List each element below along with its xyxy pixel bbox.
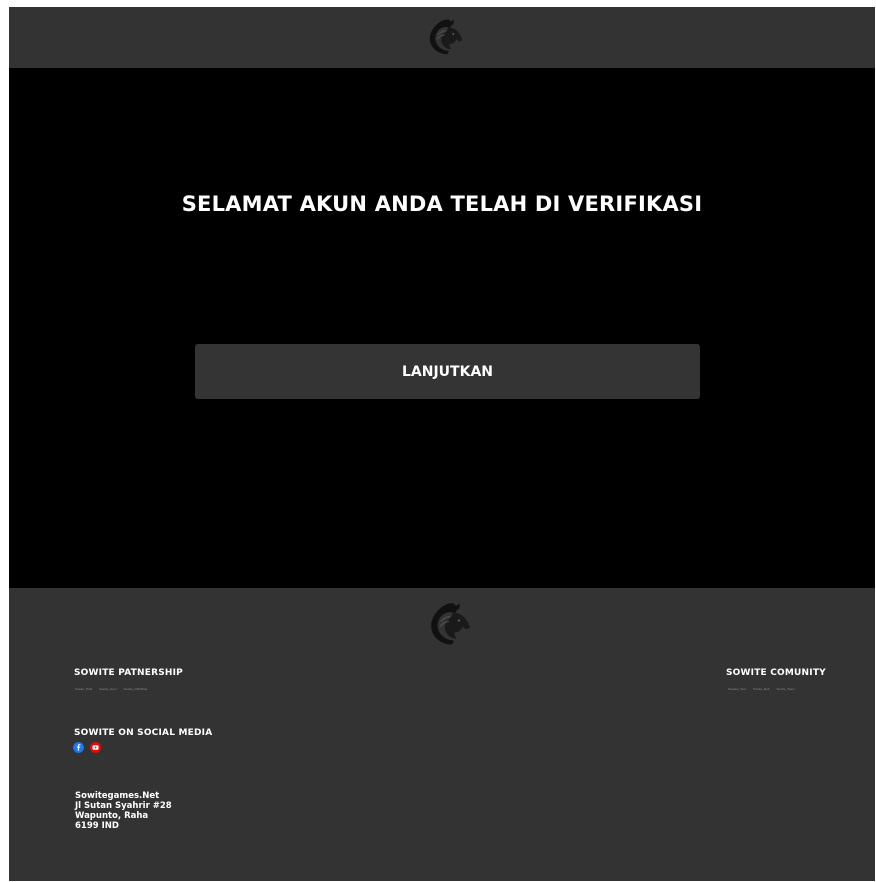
- address-line: 6199 IND: [75, 821, 119, 831]
- continue-button[interactable]: LANJUTKAN: [195, 344, 700, 399]
- social-heading: SOWITE ON SOCIAL MEDIA: [74, 728, 213, 738]
- youtube-icon[interactable]: [90, 742, 101, 753]
- horse-head-logo-icon[interactable]: [423, 18, 465, 56]
- page-frame: SELAMAT AKUN ANDA TELAH DI VERIFIKASI LA…: [9, 7, 875, 881]
- community-links: Sowites_Tour Sowite_Mob Sowite_Team: [728, 687, 795, 691]
- partnership-link[interactable]: Sowite_Gum: [99, 687, 116, 691]
- top-nav-bar: [9, 7, 875, 68]
- facebook-icon[interactable]: [73, 742, 84, 753]
- community-link[interactable]: Sowite_Team: [777, 687, 795, 691]
- verification-hero: SELAMAT AKUN ANDA TELAH DI VERIFIKASI LA…: [9, 68, 875, 588]
- social-icons: [73, 742, 101, 753]
- partnership-heading: SOWITE PATNERSHIP: [74, 668, 183, 678]
- address-line: Sowitegames.Net: [75, 791, 160, 801]
- community-heading: SOWITE COMUNITY: [726, 668, 826, 678]
- address-line: Wapunto, Raha: [75, 811, 149, 821]
- horse-head-logo-icon: [431, 603, 470, 645]
- footer: SOWITE PATNERSHIP Sowite_ThrR Sowite_Gum…: [9, 588, 875, 881]
- partnership-link[interactable]: Sowite_CiffeShop: [124, 687, 148, 691]
- company-address: Sowitegames.Net Jl Sutan Syahrir #28 Wap…: [75, 791, 172, 831]
- partnership-link[interactable]: Sowite_ThrR: [75, 687, 92, 691]
- community-link[interactable]: Sowite_Mob: [753, 687, 770, 691]
- page-title: SELAMAT AKUN ANDA TELAH DI VERIFIKASI: [181, 192, 703, 216]
- partnership-links: Sowite_ThrR Sowite_Gum Sowite_CiffeShop: [75, 687, 147, 691]
- address-line: Jl Sutan Syahrir #28: [75, 801, 172, 811]
- community-link[interactable]: Sowites_Tour: [728, 687, 746, 691]
